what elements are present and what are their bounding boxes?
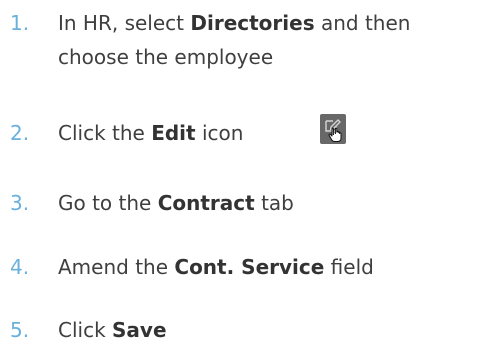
step-text-post: tab — [254, 191, 294, 215]
step-text: Click the Edit icon — [58, 116, 478, 150]
step-number: 4. — [10, 255, 30, 279]
step-text-pre: Click — [58, 318, 113, 342]
step-text: Amend the Cont. Service field — [58, 250, 478, 284]
step-text-pre: Amend the — [58, 255, 175, 279]
edit-icon — [320, 114, 346, 144]
step-text-bold: Contract — [157, 191, 255, 215]
step-text-pre: Go to the — [58, 191, 158, 215]
step-number: 5. — [10, 318, 30, 342]
step-text-post: icon — [195, 121, 244, 145]
step-text: Click Save — [58, 313, 478, 347]
step-number: 2. — [10, 121, 30, 145]
hand-pointer-icon — [328, 127, 342, 142]
step-text: Go to the Contract tab — [58, 186, 478, 220]
step-text-bold: Save — [112, 318, 167, 342]
step-text-bold: Edit — [151, 121, 196, 145]
step-text-line2: choose the employee — [58, 45, 274, 69]
step-text-pre: Click the — [58, 121, 152, 145]
step-text-post: field — [324, 255, 374, 279]
step-text: In HR, select Directories and then choose… — [58, 6, 478, 74]
step-text-bold: Cont. Service — [174, 255, 325, 279]
step-text-pre: In HR, select — [58, 11, 191, 35]
step-text-post: and then — [314, 11, 411, 35]
step-number: 1. — [10, 11, 30, 35]
step-text-bold: Directories — [190, 11, 315, 35]
step-number: 3. — [10, 191, 30, 215]
